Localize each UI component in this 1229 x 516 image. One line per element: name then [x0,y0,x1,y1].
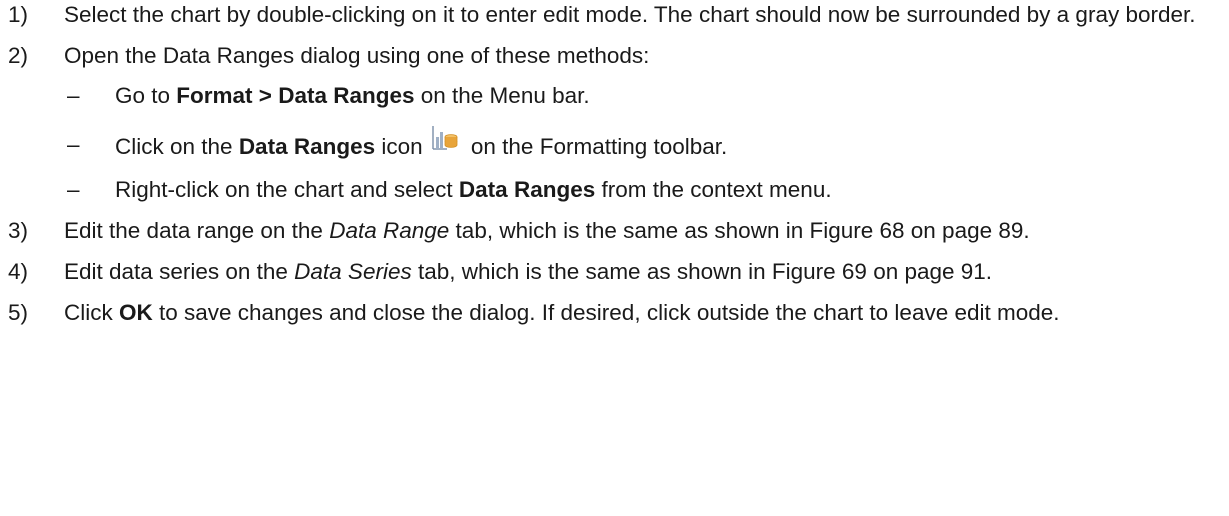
step-number: 4) [8,259,29,284]
command-name: Data Ranges [458,177,596,202]
method-text: Go to Format > Data Ranges on the Menu b… [115,83,590,108]
step-3: 3) Edit the data range on the Data Range… [0,216,1229,246]
method-item: – Right-click on the chart and select Da… [0,175,1229,205]
step-number: 3) [8,218,29,243]
step-text: Click OK to save changes and close the d… [64,300,1060,325]
method-item: – Go to Format > Data Ranges on the Menu… [0,81,1229,111]
method-text: Right-click on the chart and select Data… [115,177,832,202]
command-name: Data Ranges [238,134,376,159]
tab-name: Data Range [329,218,450,243]
menu-path: Format > Data Ranges [176,83,415,108]
method-item: – Click on the Data Ranges icon on the F… [0,122,1229,164]
step-5: 5) Click OK to save changes and close th… [0,298,1229,328]
step-text: Open the Data Ranges dialog using one of… [64,43,650,68]
step-number: 2) [8,43,29,68]
method-list: – Go to Format > Data Ranges on the Menu… [64,81,1229,205]
dash-bullet: – [67,83,80,108]
step-4: 4) Edit data series on the Data Series t… [0,257,1229,287]
dash-bullet: – [67,132,80,157]
step-2: 2) Open the Data Ranges dialog using one… [0,41,1229,205]
step-text: Edit data series on the Data Series tab,… [64,259,993,284]
step-number: 1) [8,2,29,27]
instruction-list: 1) Select the chart by double-clicking o… [0,0,1229,339]
tab-name: Data Series [294,259,412,284]
data-ranges-icon [426,123,461,153]
dash-bullet: – [67,177,80,202]
button-name: OK [119,300,153,325]
step-text: Select the chart by double-clicking on i… [64,2,1196,27]
step-1: 1) Select the chart by double-clicking o… [0,0,1229,30]
step-number: 5) [8,300,29,325]
step-text: Edit the data range on the Data Range ta… [64,218,1030,243]
method-text: Click on the Data Ranges icon on the For… [115,123,727,159]
